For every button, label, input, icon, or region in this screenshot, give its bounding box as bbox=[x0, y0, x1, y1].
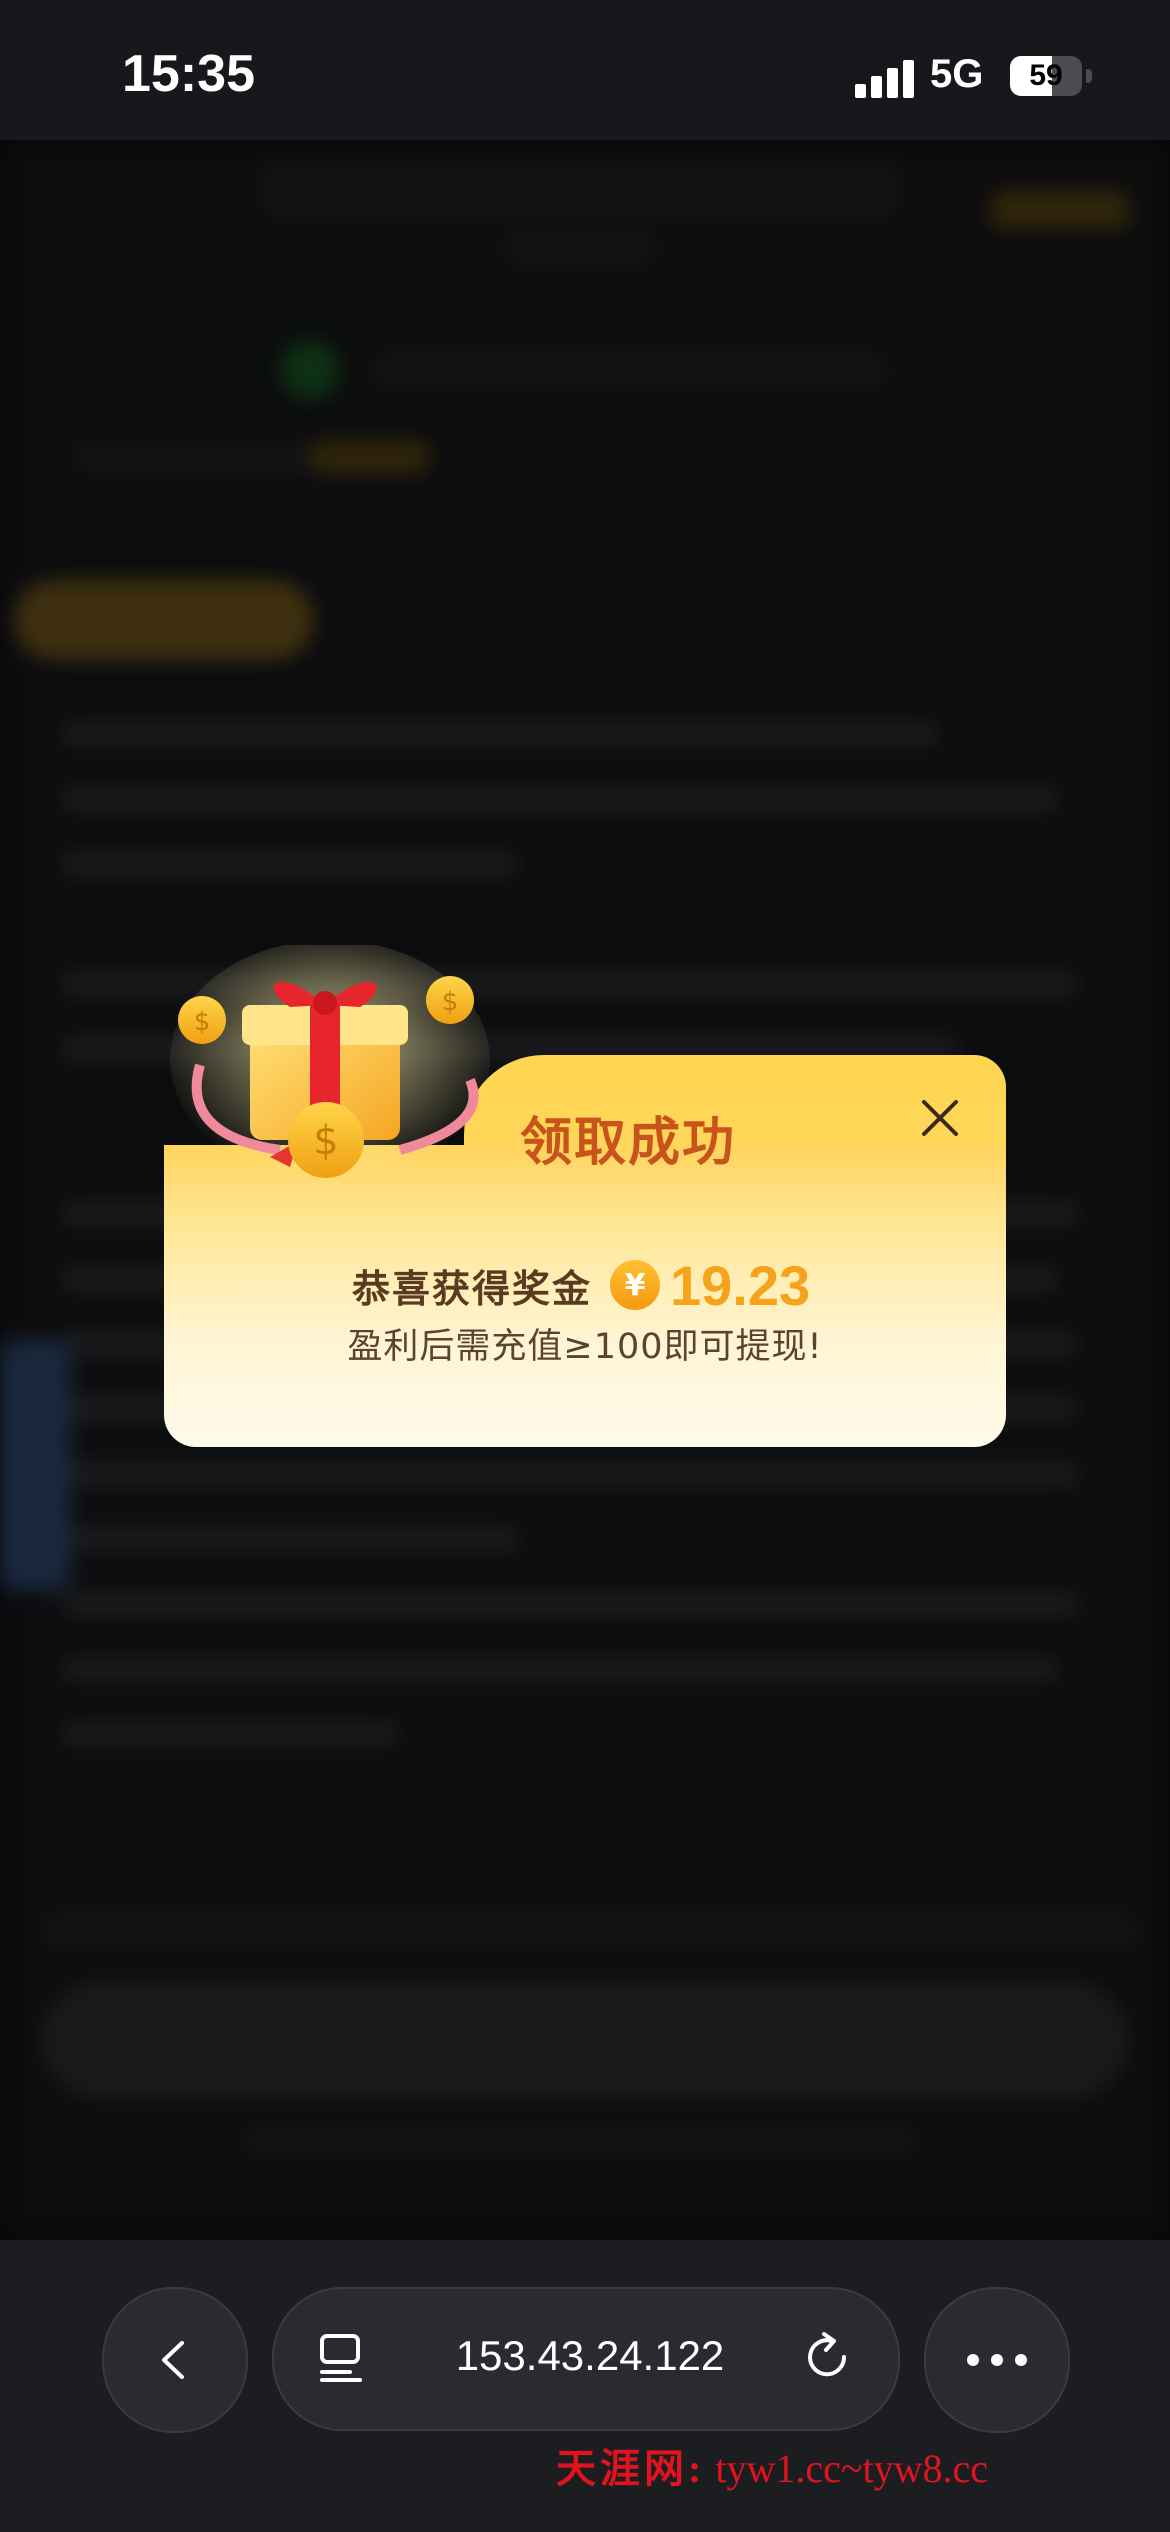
back-button[interactable] bbox=[102, 2287, 248, 2433]
watermark-domains: tyw1.cc~tyw8.cc bbox=[715, 2446, 988, 2491]
battery-percent: 59 bbox=[1029, 59, 1063, 92]
yen-coin-icon: ¥ bbox=[610, 1260, 661, 1310]
battery-icon: 59 bbox=[1010, 56, 1082, 96]
url-text[interactable]: 153.43.24.122 bbox=[440, 2332, 740, 2380]
tabs-icon[interactable] bbox=[316, 2330, 370, 2384]
chevron-left-icon bbox=[162, 2341, 184, 2379]
reward-label: 恭喜获得奖金 bbox=[352, 1266, 593, 1311]
modal-title: 领取成功 bbox=[520, 1113, 737, 1173]
battery-nub bbox=[1086, 69, 1092, 83]
network-type: 5G bbox=[930, 52, 984, 96]
more-button[interactable] bbox=[924, 2287, 1070, 2433]
close-button[interactable] bbox=[910, 1088, 970, 1148]
reward-line: 恭喜获得奖金 ¥ 19.23 bbox=[352, 1253, 811, 1317]
svg-text:$: $ bbox=[313, 1118, 338, 1164]
status-time: 15:35 bbox=[122, 45, 255, 103]
screen: 15:35 5G 59 $ $ $ 领取成功 恭喜获得奖金 ¥ 19.23 盈利… bbox=[0, 0, 1170, 2532]
svg-text:$: $ bbox=[194, 1007, 211, 1037]
reward-amount: 19.23 bbox=[670, 1253, 811, 1317]
status-bar: 15:35 5G 59 bbox=[0, 0, 1170, 140]
gift-box-icon: $ $ $ bbox=[170, 945, 490, 1180]
withdraw-note: 盈利后需充值≥100即可提现! bbox=[347, 1327, 823, 1367]
watermark-site-name: 天涯网: bbox=[556, 2446, 706, 2491]
watermark: 天涯网: tyw1.cc~tyw8.cc bbox=[556, 2436, 988, 2494]
more-dots-icon bbox=[967, 2354, 1027, 2366]
reload-icon[interactable] bbox=[800, 2330, 854, 2384]
cellular-signal-icon bbox=[855, 58, 917, 98]
svg-text:$: $ bbox=[442, 987, 459, 1017]
close-icon bbox=[922, 1100, 958, 1136]
